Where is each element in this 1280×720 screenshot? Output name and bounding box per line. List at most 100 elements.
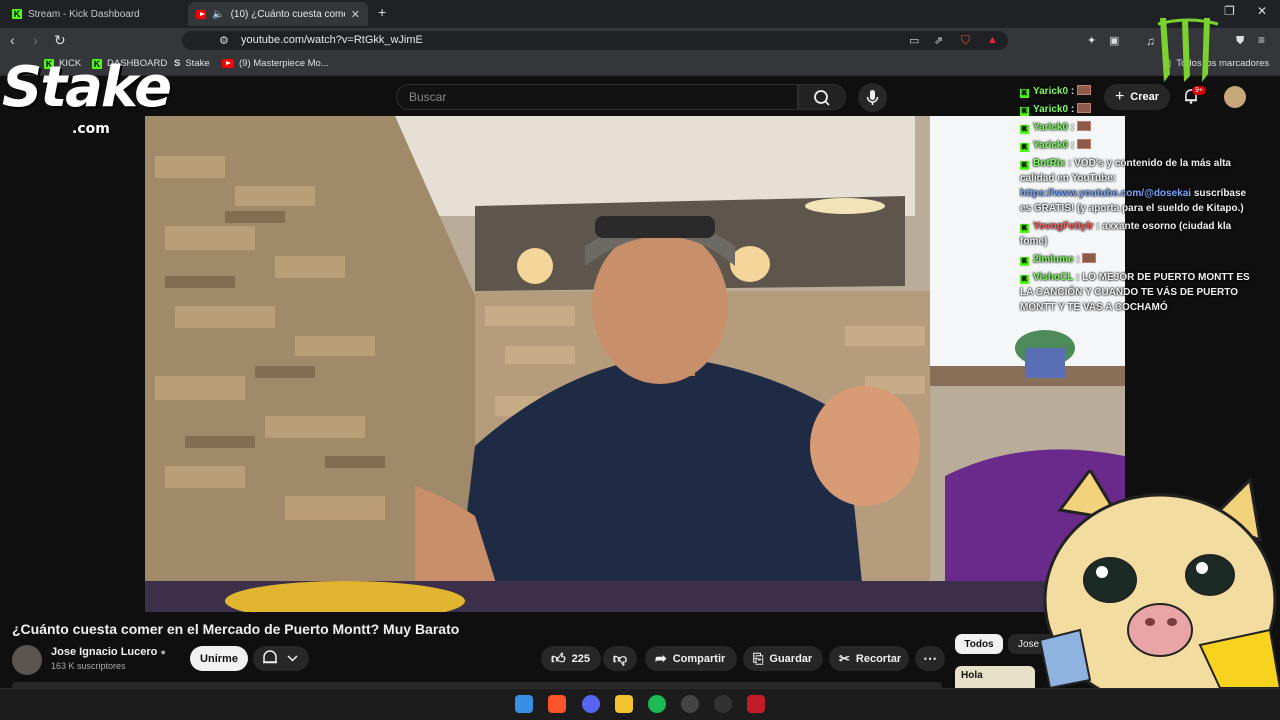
- more-actions-button[interactable]: ⋯: [915, 646, 945, 671]
- video-title: ¿Cuánto cuesta comer en el Mercado de Pu…: [12, 621, 460, 637]
- verified-icon: ●: [160, 647, 166, 657]
- kick-icon: K: [12, 9, 22, 19]
- search-button[interactable]: [798, 84, 846, 110]
- kick-icon: K: [1020, 143, 1029, 152]
- spotify-icon[interactable]: [648, 695, 666, 713]
- app-icon[interactable]: [681, 695, 699, 713]
- thumbs-up-icon: 👍︎: [551, 650, 566, 666]
- chat-text: :: [1070, 104, 1075, 115]
- speaker-icon: 🔈: [212, 8, 225, 20]
- chat-message: K Yarick0 :: [1020, 84, 1256, 99]
- chat-message: K Yarick0 :: [1020, 138, 1256, 153]
- extensions-icon[interactable]: ✦: [1087, 33, 1096, 49]
- save-button[interactable]: ⎘ Guardar: [743, 646, 823, 671]
- chat-message: K Yarick0 :: [1020, 120, 1256, 135]
- windows-start-icon[interactable]: [515, 695, 533, 713]
- thumbnail-text: Hola: [961, 670, 983, 681]
- chat-message: K VishoCL : LO MEJOR DE PUERTO MONTT ES L…: [1020, 270, 1256, 315]
- tab-kick-dashboard[interactable]: K Stream - Kick Dashboard: [4, 2, 184, 26]
- chat-text: :: [1070, 86, 1075, 97]
- brave-browser-icon[interactable]: [548, 695, 566, 713]
- microphone-icon: [866, 90, 879, 105]
- site-settings-icon[interactable]: ⚙: [219, 33, 229, 49]
- kick-icon: K: [1020, 107, 1029, 116]
- emote-icon: [1076, 139, 1091, 149]
- like-button[interactable]: 👍︎ 225: [541, 646, 601, 671]
- chat-message: K BotRix : VOD's y contenido de la más al…: [1020, 156, 1256, 216]
- clip-button[interactable]: ✂ Recortar: [829, 646, 909, 671]
- scissors-icon: ✂: [839, 650, 850, 666]
- tab-label: Stream - Kick Dashboard: [28, 8, 140, 20]
- app-red-icon[interactable]: [747, 695, 765, 713]
- chat-link[interactable]: https://www.youtube.com/@dosekai: [1020, 188, 1191, 199]
- brave-shield-icon[interactable]: ⛉: [961, 32, 970, 48]
- bookmark-masterpiece[interactable]: (9) Masterpiece Mo...: [222, 58, 329, 69]
- youtube-icon: [222, 59, 234, 68]
- kick-icon: K: [1020, 224, 1029, 233]
- chat-username: 2lmlume: [1033, 254, 1074, 265]
- stake-icon: S: [174, 58, 181, 69]
- chat-text: :: [1076, 254, 1080, 265]
- vpn-icon[interactable]: ⛊: [1236, 33, 1244, 49]
- bookmark-label: (9) Masterpiece Mo...: [239, 58, 329, 69]
- subscriber-count: 163 K suscriptores: [51, 661, 126, 671]
- channel-name[interactable]: Jose Ignacio Lucero ●: [51, 646, 166, 658]
- stake-domain: .com: [72, 121, 110, 137]
- emote-icon: [1082, 253, 1097, 263]
- forward-icon[interactable]: ›: [33, 32, 38, 48]
- bookmark-stake[interactable]: S Stake: [174, 58, 210, 69]
- clip-label: Recortar: [855, 652, 902, 665]
- dislike-button[interactable]: 👎︎: [603, 646, 637, 671]
- emote-icon: [1076, 103, 1091, 113]
- kick-icon: K: [1020, 89, 1029, 98]
- chat-message: K Yarick0 :: [1020, 102, 1256, 117]
- chat-username: VishoCL: [1033, 272, 1074, 283]
- kick-icon: K: [1020, 257, 1029, 266]
- share-arrow-icon: ➦: [655, 650, 667, 666]
- video-frame: [145, 116, 1125, 612]
- chip-all[interactable]: Todos: [955, 634, 1003, 654]
- subscription-bell-button[interactable]: [253, 646, 309, 671]
- search-icon: [814, 90, 830, 106]
- back-icon[interactable]: ‹: [10, 32, 15, 48]
- sidebar-icon[interactable]: ▣: [1109, 33, 1119, 49]
- emote-icon: [1076, 121, 1091, 131]
- menu-icon[interactable]: ≡: [1258, 32, 1265, 48]
- discord-icon[interactable]: [582, 695, 600, 713]
- voice-search-button[interactable]: [858, 83, 887, 112]
- thumbs-down-icon: 👎︎: [612, 650, 628, 666]
- like-count: 225: [571, 652, 590, 665]
- url-text[interactable]: youtube.com/watch?v=RtGkk_wJimE: [241, 34, 423, 46]
- chat-username: Yarick0: [1033, 122, 1069, 133]
- restore-window-icon[interactable]: ❐: [1224, 4, 1235, 18]
- windows-taskbar: [0, 688, 1280, 720]
- cast-icon[interactable]: ▭: [909, 33, 919, 49]
- new-tab-button[interactable]: +: [378, 4, 386, 20]
- tab-youtube-video[interactable]: 🔈 (10) ¿Cuánto cuesta comer en ✕: [188, 2, 368, 26]
- chat-username: YovngFettylr: [1033, 221, 1094, 232]
- share-icon[interactable]: ⇗: [934, 33, 943, 49]
- chat-text: :: [1070, 122, 1075, 133]
- emote-icon: [1076, 85, 1091, 95]
- share-button[interactable]: ➦ Compartir: [645, 646, 737, 671]
- reload-icon[interactable]: ↻: [54, 32, 66, 48]
- video-player[interactable]: [145, 116, 1125, 612]
- chat-message: K 2lmlume :: [1020, 252, 1256, 267]
- close-window-icon[interactable]: ✕: [1257, 4, 1267, 18]
- monster-energy-logo: [1157, 18, 1219, 82]
- share-label: Compartir: [672, 652, 726, 665]
- tab-label: (10) ¿Cuánto cuesta comer en: [230, 8, 345, 20]
- stake-logo: Stake: [2, 55, 172, 120]
- stream-chat-overlay: K Yarick0 : K Yarick0 : K Yarick0 : K Yarick…: [1020, 84, 1256, 318]
- join-button[interactable]: Unirme: [190, 646, 248, 671]
- channel-name-text: Jose Ignacio Lucero: [51, 646, 158, 658]
- search-input[interactable]: [396, 84, 798, 110]
- channel-avatar[interactable]: [12, 645, 42, 675]
- obs-icon[interactable]: [714, 695, 732, 713]
- brave-rewards-icon[interactable]: ▲: [987, 32, 998, 48]
- file-explorer-icon[interactable]: [615, 695, 633, 713]
- close-tab-icon[interactable]: ✕: [351, 8, 360, 21]
- chat-username: Yarick0: [1033, 140, 1069, 151]
- kick-icon: K: [1020, 125, 1029, 134]
- chat-text: :: [1070, 140, 1075, 151]
